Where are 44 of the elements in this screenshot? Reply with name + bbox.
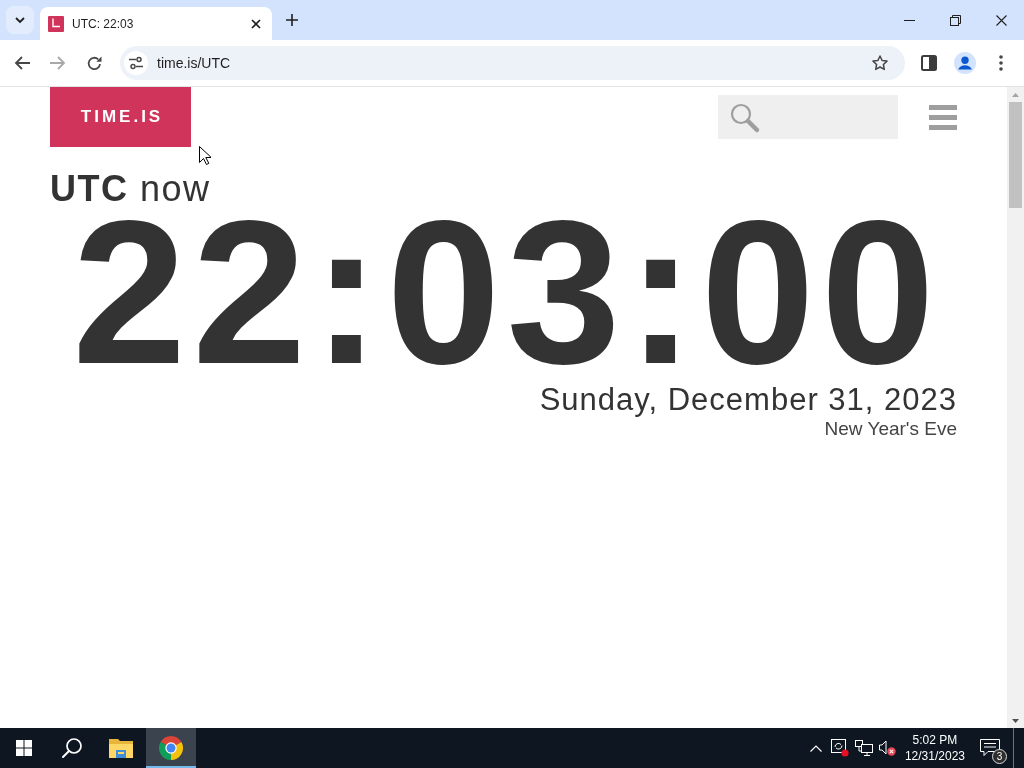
star-icon <box>872 55 888 71</box>
search-icon <box>62 738 82 758</box>
scroll-down-icon <box>1012 718 1019 723</box>
close-icon <box>995 14 1007 26</box>
reload-icon <box>86 55 102 71</box>
plus-icon <box>286 14 298 26</box>
chevron-down-icon <box>15 17 25 23</box>
arrow-left-icon <box>14 56 30 70</box>
browser-tab[interactable]: UTC: 22:03 <box>40 7 272 40</box>
site-info-button[interactable] <box>124 51 148 75</box>
kebab-menu-icon <box>999 55 1003 71</box>
restore-icon <box>949 14 961 26</box>
tab-list-button[interactable] <box>6 6 34 34</box>
holiday-name: New Year's Eve <box>824 418 957 442</box>
side-panel-icon <box>921 55 937 71</box>
notification-count: 3 <box>992 749 1007 764</box>
chevron-up-icon <box>809 744 822 752</box>
scroll-up-icon <box>1012 92 1019 97</box>
scrollbar[interactable] <box>1007 87 1024 728</box>
folder-icon <box>109 738 133 758</box>
mouse-pointer-icon <box>199 146 211 165</box>
clock-time: 22:03:00 <box>72 210 941 375</box>
logo-link[interactable]: TIME.IS <box>50 87 191 147</box>
taskbar-app-button[interactable] <box>146 728 196 768</box>
menu-icon <box>929 104 957 130</box>
minimize-icon <box>903 19 915 21</box>
windows-logo-icon <box>16 740 32 756</box>
tune-icon <box>129 57 143 69</box>
network-monitor-icon <box>854 740 873 756</box>
search-field[interactable] <box>718 95 898 139</box>
search-icon <box>730 102 759 132</box>
screen-sync-icon <box>830 739 849 757</box>
avatar-icon <box>954 52 976 74</box>
notifications-button[interactable]: 3 <box>970 728 1010 768</box>
site-favicon-icon <box>48 15 64 32</box>
date-text: Sunday, December 31, 2023 <box>539 381 957 419</box>
address-bar[interactable]: time.is/UTC <box>120 46 905 80</box>
page-heading: UTC now <box>50 167 211 211</box>
arrow-right-icon <box>50 56 66 70</box>
scrollbar-thumb[interactable] <box>1009 102 1022 208</box>
close-icon <box>251 18 261 29</box>
menu-button[interactable] <box>929 104 957 130</box>
taskbar-clock[interactable]: 5:02 PM 12/31/2023 <box>899 728 970 768</box>
chrome-icon <box>159 736 183 760</box>
